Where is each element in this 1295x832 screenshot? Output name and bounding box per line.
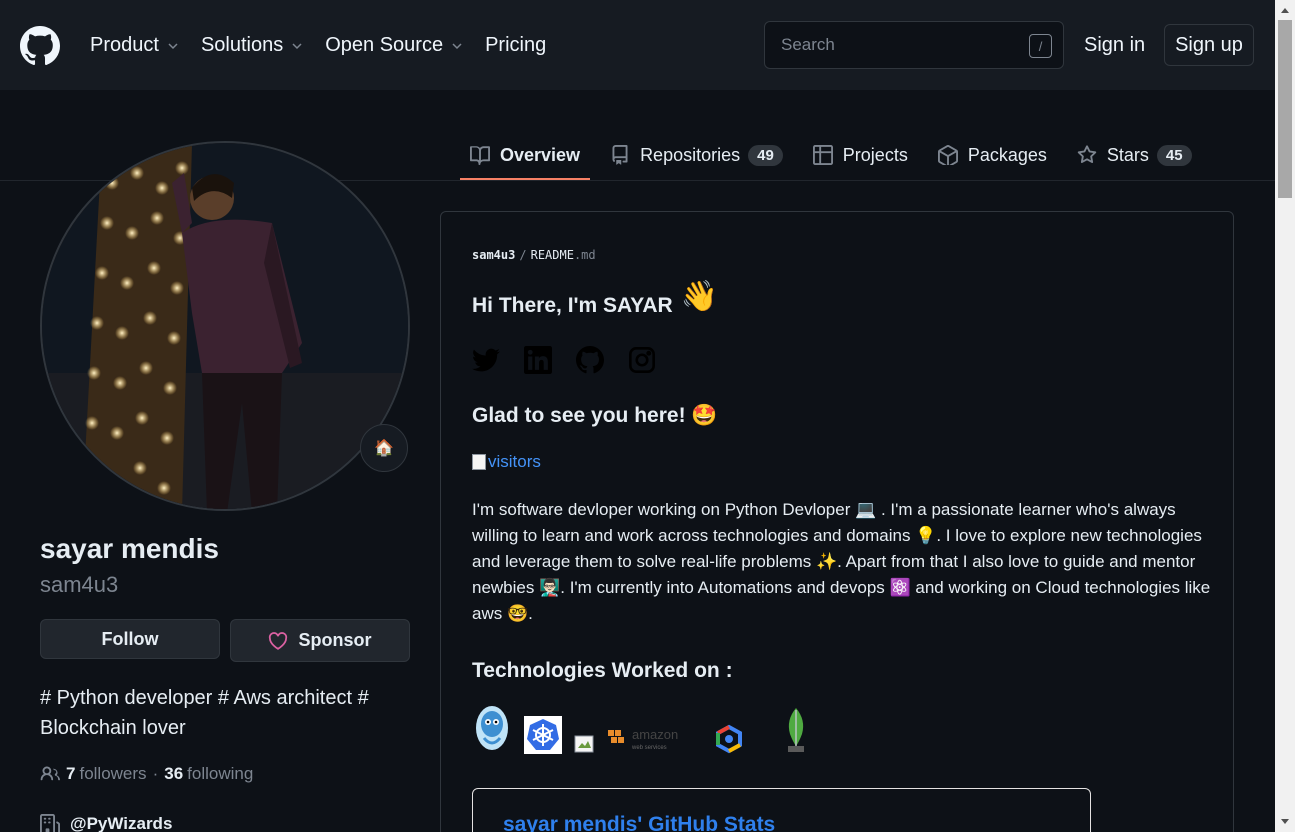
profile-username: sam4u3: [40, 572, 119, 597]
nav-open-source[interactable]: Open Source: [325, 34, 463, 57]
nav-solutions[interactable]: Solutions: [201, 34, 303, 57]
following-link[interactable]: following: [187, 764, 253, 784]
avatar[interactable]: [40, 141, 410, 511]
star-icon: [1077, 145, 1097, 163]
aws-wordmark: amazon: [632, 727, 678, 742]
nav-open-source-label: Open Source: [325, 34, 444, 56]
sponsor-label: Sponsor: [298, 630, 372, 650]
package-icon: [937, 145, 958, 165]
house-icon: 🏠: [374, 440, 394, 457]
chevron-down-icon: [168, 42, 178, 49]
readme-path-extension: .md: [573, 248, 596, 262]
readme-path: sam4u3 / README.md: [472, 248, 596, 262]
readme-greeting: Hi There, I'm SAYAR 👋: [472, 280, 718, 318]
github-stats-card: sayar mendis' GitHub Stats: [472, 788, 1091, 832]
repo-icon: [612, 145, 628, 165]
scrollbar-thumb[interactable]: [1278, 20, 1292, 198]
repositories-count-badge: 49: [748, 144, 783, 166]
linkedin-icon[interactable]: [524, 346, 552, 374]
tab-overview[interactable]: Overview: [460, 130, 591, 180]
visitors-badge-link[interactable]: visitors: [472, 452, 541, 472]
table-icon: [812, 145, 833, 165]
readme-card: sam4u3 / README.md Hi There, I'm SAYAR 👋 G…: [440, 211, 1234, 832]
sponsor-button[interactable]: Sponsor: [230, 619, 410, 662]
python-mascot-icon[interactable]: [472, 704, 512, 754]
search-input[interactable]: Search /: [764, 21, 1064, 69]
twitter-icon[interactable]: [472, 346, 500, 374]
org-name: @PyWizards: [70, 814, 173, 832]
search-shortcut-key: /: [1029, 34, 1052, 58]
followers-count[interactable]: 7: [66, 764, 75, 784]
readme-path-separator: /: [519, 248, 527, 262]
profile-bio: # Python developer # Aws architect # Blo…: [40, 687, 369, 739]
tab-repositories[interactable]: Repositories 49: [600, 130, 793, 180]
nav-product-label: Product: [90, 34, 159, 56]
chevron-down-icon: [452, 42, 462, 49]
avatar-photo: [42, 143, 408, 509]
heart-icon: [269, 631, 288, 650]
tab-packages[interactable]: Packages: [928, 130, 1057, 180]
followers-link[interactable]: followers: [79, 764, 146, 784]
tab-overview-label: Overview: [500, 144, 581, 165]
search-placeholder: Search: [781, 35, 835, 54]
github-logo-icon[interactable]: [20, 26, 60, 66]
github-icon[interactable]: [576, 346, 604, 374]
nav-solutions-label: Solutions: [200, 34, 284, 56]
follow-button[interactable]: Follow: [40, 619, 220, 659]
book-icon: [470, 146, 490, 165]
wave-icon: 👋: [680, 279, 719, 313]
tab-projects[interactable]: Projects: [803, 130, 918, 180]
tech-heading: Technologies Worked on :: [472, 659, 733, 682]
github-stats-title: sayar mendis' GitHub Stats: [503, 813, 776, 832]
status-button[interactable]: 🏠: [360, 424, 408, 472]
mongodb-icon[interactable]: [784, 706, 808, 754]
scroll-up-arrow-icon[interactable]: [1281, 8, 1289, 13]
following-count[interactable]: 36: [164, 764, 183, 784]
site-header: Product Solutions Open Source Pricing Se…: [0, 0, 1275, 90]
nav-product[interactable]: Product: [90, 34, 179, 57]
profile-tabs: Overview Repositories 49 Projects Packag…: [460, 130, 1212, 180]
stars-count-badge: 45: [1156, 144, 1192, 166]
aws-subtext: web services: [631, 745, 667, 751]
org-link[interactable]: @PyWizards: [40, 814, 172, 832]
instagram-icon[interactable]: [628, 346, 656, 374]
profile-fullname: sayar mendis: [40, 533, 219, 564]
tab-repositories-label: Repositories: [640, 144, 741, 165]
social-links: [472, 346, 656, 374]
broken-image-icon: [472, 454, 486, 470]
readme-greeting-text: Hi There, I'm SAYAR: [472, 294, 673, 317]
chevron-down-icon: [292, 42, 302, 49]
readme-intro-paragraph: I'm software devloper working on Python …: [472, 500, 1211, 623]
tab-stars-label: Stars: [1106, 144, 1149, 165]
signin-link[interactable]: Sign in: [1084, 34, 1145, 57]
tab-projects-label: Projects: [842, 144, 908, 165]
organization-icon: [40, 814, 60, 832]
star-struck-icon: 🤩: [691, 404, 718, 427]
signup-button[interactable]: Sign up: [1164, 24, 1254, 66]
readme-glad-heading: Glad to see you here! 🤩: [472, 404, 718, 428]
tech-icons-row: amazon web services: [472, 704, 808, 754]
readme-glad-text: Glad to see you here!: [472, 404, 686, 427]
people-icon: [40, 766, 60, 781]
nav-pricing[interactable]: Pricing: [485, 34, 546, 57]
follow-separator: ·: [152, 764, 159, 783]
main-nav: Product Solutions Open Source Pricing: [90, 34, 568, 57]
gcp-icon[interactable]: [714, 724, 744, 754]
nav-pricing-label: Pricing: [485, 34, 547, 56]
tab-stars[interactable]: Stars 45: [1067, 130, 1202, 180]
readme-path-file[interactable]: README: [531, 248, 574, 262]
follow-stats: 7 followers · 36 following: [40, 764, 253, 784]
aws-icon[interactable]: amazon web services: [608, 724, 688, 754]
scroll-down-arrow-icon[interactable]: [1281, 819, 1289, 824]
readme-path-user[interactable]: sam4u3: [472, 248, 515, 262]
visitors-alt-text: visitors: [488, 452, 541, 471]
placeholder-icon[interactable]: [574, 732, 596, 754]
kubernetes-icon[interactable]: [524, 716, 562, 754]
vertical-scrollbar[interactable]: [1275, 0, 1295, 832]
tab-packages-label: Packages: [967, 144, 1047, 165]
